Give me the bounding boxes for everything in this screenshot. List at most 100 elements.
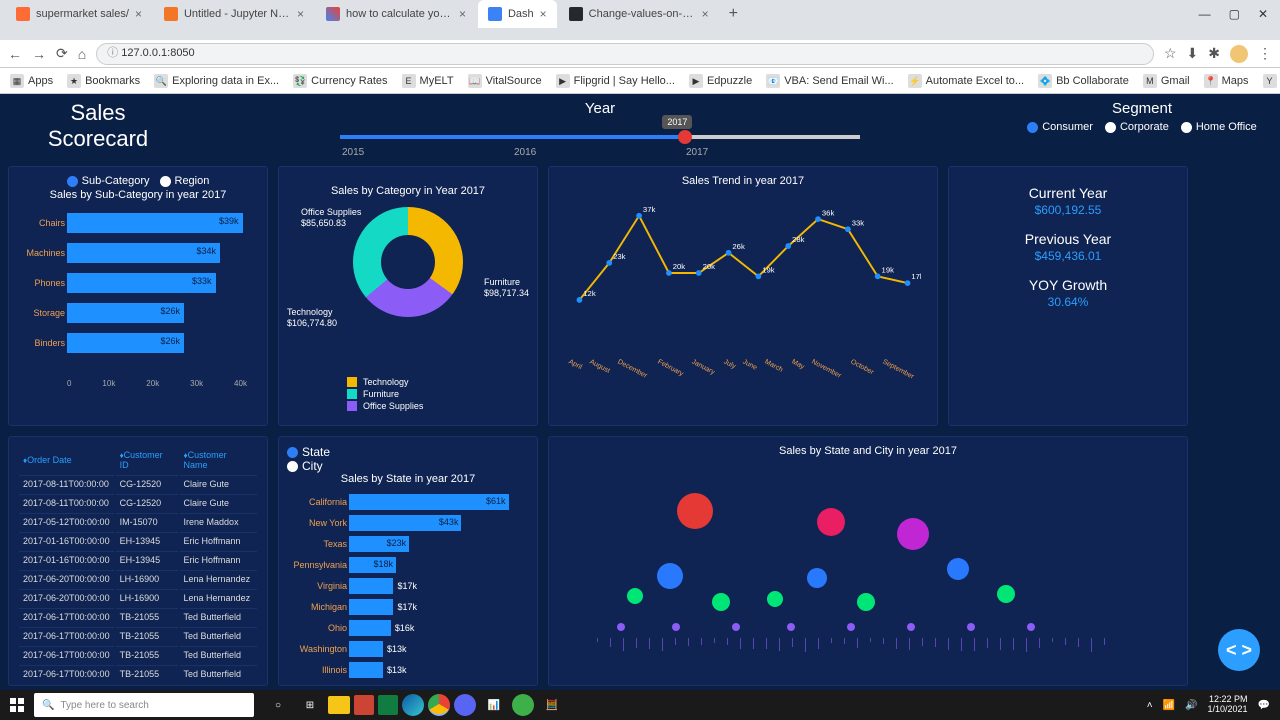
close-icon[interactable]: × (297, 7, 304, 21)
year-slider-block: Year 2017 2015 2016 2017 (208, 100, 992, 158)
close-icon[interactable]: × (135, 7, 142, 21)
bookmark-item[interactable]: MGmail (1143, 74, 1190, 88)
share-icon[interactable]: ☆ (1164, 45, 1177, 62)
bookmark-item[interactable]: ▦Apps (10, 74, 53, 88)
table-row[interactable]: 2017-06-17T00:00:00TB-21055Ted Butterfie… (19, 646, 257, 663)
bookmark-item[interactable]: 💱Currency Rates (293, 74, 387, 88)
address-bar: ← → ⟳ ⌂ ⓘ 127.0.0.1:8050 ☆ ⬇ ✱ ⋮ (0, 40, 1280, 68)
browser-chrome: supermarket sales/× Untitled - Jupyter N… (0, 0, 1280, 40)
tab-jupyter[interactable]: Untitled - Jupyter Notebook× (154, 0, 314, 28)
radio-region[interactable]: Region (160, 175, 210, 187)
slider-handle[interactable] (678, 130, 692, 144)
menu-icon[interactable]: ⋮ (1258, 45, 1272, 62)
close-icon[interactable]: × (459, 7, 466, 21)
close-window-icon[interactable]: ✕ (1258, 7, 1268, 21)
anaconda-icon[interactable] (512, 694, 534, 716)
app3-icon[interactable]: 📊 (480, 691, 508, 719)
close-icon[interactable]: × (540, 7, 547, 21)
home-icon[interactable]: ⌂ (78, 46, 86, 62)
bubble-card: Sales by State and City in year 2017 (548, 436, 1188, 686)
start-button[interactable] (0, 690, 34, 720)
state-chart: California$61kNew York$43kTexas$23kPenns… (349, 491, 529, 680)
tabs-row: supermarket sales/× Untitled - Jupyter N… (0, 0, 1280, 28)
wifi-icon[interactable]: 📶 (1163, 700, 1175, 711)
back-icon[interactable]: ← (8, 46, 22, 62)
tab-google[interactable]: how to calculate yoy growth in p× (316, 0, 476, 28)
dashboard: Sales Scorecard Year 2017 2015 2016 2017… (0, 94, 1280, 691)
taskbar-search[interactable]: 🔍Type here to search (34, 693, 254, 717)
svg-text:33k: 33k (852, 218, 865, 227)
search-icon: 🔍 (42, 700, 54, 711)
table-row[interactable]: 2017-06-17T00:00:00TB-21055Ted Butterfie… (19, 665, 257, 682)
radio-subcategory[interactable]: Sub-Category (67, 175, 150, 187)
table-row[interactable]: 2017-06-20T00:00:00LH-16900Lena Hernande… (19, 589, 257, 606)
close-icon[interactable]: × (702, 7, 709, 21)
chevron-up-icon[interactable]: ˄ (1147, 700, 1153, 711)
kpi-card: Current Year $600,192.55 Previous Year $… (948, 166, 1188, 426)
code-fab-button[interactable]: < > (1218, 629, 1260, 671)
bookmark-item[interactable]: 💠Bb Collaborate (1038, 74, 1129, 88)
bookmarks-bar: ▦Apps ★Bookmarks 🔍Exploring data in Ex... 💱… (0, 68, 1280, 94)
table-row[interactable]: 2017-08-11T00:00:00CG-12520Claire Gute (19, 494, 257, 511)
excel-icon[interactable] (378, 695, 398, 715)
table-row[interactable]: 2017-08-11T00:00:00CG-12520Claire Gute (19, 475, 257, 492)
bubble-chart (557, 463, 1179, 653)
app4-icon[interactable]: 🧮 (538, 691, 566, 719)
maximize-icon[interactable]: ▢ (1229, 7, 1240, 21)
table-row[interactable]: 2017-06-17T00:00:00TB-21055Ted Butterfie… (19, 608, 257, 625)
bookmark-item[interactable]: 📖VitalSource (468, 74, 542, 88)
table-row[interactable]: 2017-06-17T00:00:00TB-21055Ted Butterfie… (19, 627, 257, 644)
table-row[interactable]: 2017-01-16T00:00:00EH-13945Eric Hoffmann (19, 532, 257, 549)
volume-icon[interactable]: 🔊 (1185, 700, 1197, 711)
table-row[interactable]: 2017-01-16T00:00:00EH-13945Eric Hoffmann (19, 551, 257, 568)
subcategory-chart: Chairs$39kMachines$34kPhones$33kStorage$… (67, 209, 259, 379)
notifications-icon[interactable]: 💬 (1258, 700, 1270, 711)
cortana-icon[interactable]: ○ (264, 691, 292, 719)
svg-text:28k: 28k (792, 235, 805, 244)
bookmark-item[interactable]: 🔍Exploring data in Ex... (154, 74, 279, 88)
table-row[interactable]: 2017-06-20T00:00:00LH-16900Lena Hernande… (19, 570, 257, 587)
subcategory-card: Sub-Category Region Sales by Sub-Categor… (8, 166, 268, 426)
bookmark-item[interactable]: ▶Edpuzzle (689, 74, 752, 88)
tab-dash[interactable]: Dash× (478, 0, 557, 28)
app2-icon[interactable] (454, 694, 476, 716)
taskview-icon[interactable]: ⊞ (296, 691, 324, 719)
segment-selector: Segment Consumer Corporate Home Office (1012, 100, 1272, 133)
radio-corporate[interactable]: Corporate (1105, 121, 1169, 133)
url-input[interactable]: ⓘ 127.0.0.1:8050 (96, 43, 1154, 65)
chrome-icon[interactable] (428, 694, 450, 716)
download-icon[interactable]: ⬇ (1187, 45, 1199, 62)
clock[interactable]: 12:22 PM1/10/2021 (1208, 695, 1248, 715)
forward-icon[interactable]: → (32, 46, 46, 62)
bookmark-item[interactable]: ▶Flipgrid | Say Hello... (556, 74, 675, 88)
edge-icon[interactable] (402, 694, 424, 716)
bookmark-item[interactable]: ⚡Automate Excel to... (908, 74, 1024, 88)
radio-consumer[interactable]: Consumer (1027, 121, 1093, 133)
app-icon[interactable] (354, 695, 374, 715)
profile-icon[interactable] (1230, 45, 1248, 63)
bookmark-item[interactable]: Ymobeenali967@ya... (1263, 74, 1280, 88)
svg-text:20k: 20k (703, 262, 716, 271)
svg-text:37k: 37k (643, 205, 656, 214)
tab-supermarket[interactable]: supermarket sales/× (6, 0, 152, 28)
svg-text:23k: 23k (613, 252, 626, 261)
extensions-icon[interactable]: ✱ (1208, 45, 1220, 62)
bookmark-item[interactable]: 📧VBA: Send Email Wi... (766, 74, 893, 88)
svg-text:17k: 17k (911, 272, 921, 281)
donut-chart (353, 207, 463, 317)
reload-icon[interactable]: ⟳ (56, 45, 68, 62)
radio-home-office[interactable]: Home Office (1181, 121, 1257, 133)
bookmark-item[interactable]: 📍Maps (1204, 74, 1249, 88)
new-tab-button[interactable]: + (721, 5, 746, 23)
year-slider[interactable]: 2017 2015 2016 2017 (340, 119, 860, 158)
explorer-icon[interactable] (328, 696, 350, 714)
radio-state[interactable]: State (287, 445, 529, 459)
bookmark-item[interactable]: ★Bookmarks (67, 74, 140, 88)
tab-github[interactable]: Change-values-on-cards-dynam× (559, 0, 719, 28)
table-row[interactable]: 2017-05-12T00:00:00IM-15070Irene Maddox (19, 513, 257, 530)
minimize-icon[interactable]: ― (1199, 7, 1211, 21)
radio-city[interactable]: City (287, 459, 529, 473)
bookmark-item[interactable]: EMyELT (402, 74, 454, 88)
orders-table-card: ♦Order Date♦Customer ID♦Customer Name 20… (8, 436, 268, 686)
window-controls: ― ▢ ✕ (1199, 7, 1280, 21)
